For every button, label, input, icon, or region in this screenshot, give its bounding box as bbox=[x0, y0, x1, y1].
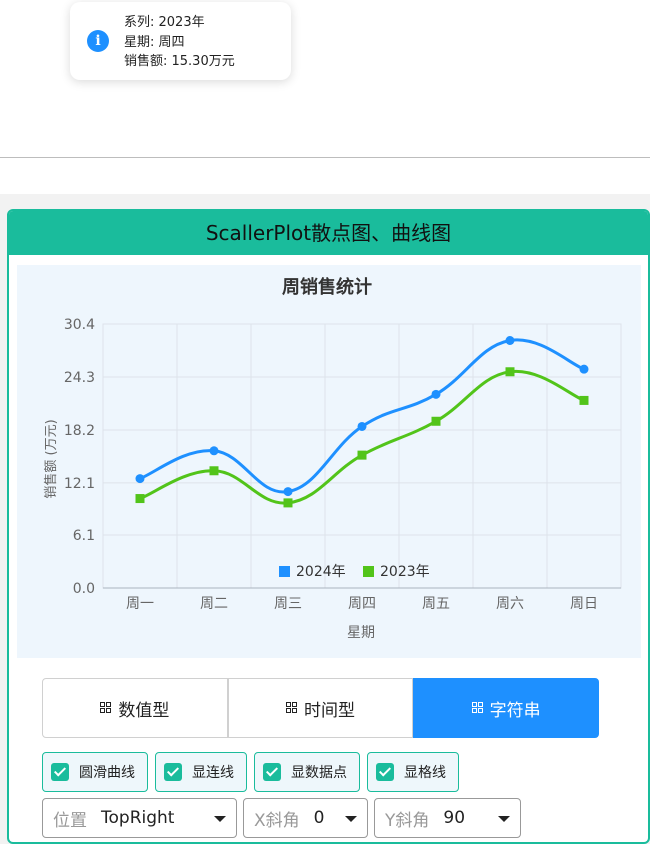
x-tick-label: 周五 bbox=[422, 596, 450, 612]
y-tick-label: 18.2 bbox=[64, 423, 95, 439]
data-point bbox=[283, 487, 293, 497]
tooltip-sales: 销售额: 15.30万元 bbox=[124, 54, 235, 69]
grid-icon bbox=[471, 702, 484, 714]
checkbox-checked-icon bbox=[164, 763, 182, 781]
y-tick-label: 0.0 bbox=[73, 581, 95, 597]
tab-numeric-label: 数值型 bbox=[118, 700, 170, 721]
legend-label: 2024年 bbox=[296, 564, 346, 580]
data-point bbox=[135, 494, 145, 504]
y-tick-label: 30.4 bbox=[64, 317, 95, 333]
tab-string-label: 字符串 bbox=[489, 700, 541, 721]
panel-title: ScallerPlot散点图、曲线图 bbox=[9, 211, 648, 255]
show-points-checkbox[interactable]: 显数据点 bbox=[254, 752, 360, 792]
tab-time[interactable]: 时间型 bbox=[227, 678, 414, 738]
divider bbox=[0, 157, 650, 158]
top-area: i 系列: 2023年 星期: 周四 销售额: 15.30万元 bbox=[0, 0, 650, 157]
data-point bbox=[579, 395, 589, 405]
data-point bbox=[209, 446, 219, 456]
show-grid-label: 显格线 bbox=[404, 765, 446, 781]
x-tick-label: 周三 bbox=[274, 596, 302, 612]
data-point bbox=[505, 367, 515, 377]
legend-swatch bbox=[363, 566, 374, 577]
x-tick-label: 周一 bbox=[126, 596, 154, 612]
option-checkboxes: 圆滑曲线 显连线 显数据点 显格线 bbox=[42, 752, 459, 792]
data-point bbox=[283, 498, 293, 508]
x-angle-select-value: 0 bbox=[313, 808, 325, 828]
position-select[interactable]: 位置 TopRight bbox=[42, 798, 237, 838]
tab-numeric[interactable]: 数值型 bbox=[42, 678, 228, 738]
chevron-down-icon bbox=[214, 816, 226, 822]
legend-swatch bbox=[279, 566, 290, 577]
y-angle-select-value: 90 bbox=[443, 808, 466, 828]
checkbox-checked-icon bbox=[263, 763, 281, 781]
tooltip-series: 系列: 2023年 bbox=[124, 15, 205, 30]
data-point bbox=[579, 364, 589, 374]
data-tooltip: i 系列: 2023年 星期: 周四 销售额: 15.30万元 bbox=[70, 2, 291, 80]
y-tick-label: 24.3 bbox=[64, 370, 95, 386]
position-select-label: 位置 bbox=[53, 810, 87, 831]
chevron-down-icon bbox=[498, 816, 510, 822]
tab-string[interactable]: 字符串 bbox=[413, 678, 600, 738]
x-angle-select[interactable]: X斜角 0 bbox=[243, 798, 368, 838]
x-tick-label: 周四 bbox=[348, 596, 376, 612]
x-tick-label: 周日 bbox=[570, 596, 598, 612]
position-select-value: TopRight bbox=[101, 808, 175, 828]
x-tick-label: 周二 bbox=[200, 596, 228, 612]
show-grid-checkbox[interactable]: 显格线 bbox=[367, 752, 459, 792]
checkbox-checked-icon bbox=[376, 763, 394, 781]
chart-title: 周销售统计 bbox=[282, 276, 372, 298]
data-point bbox=[357, 421, 367, 431]
tab-time-label: 时间型 bbox=[304, 700, 355, 721]
chart-panel: ScallerPlot散点图、曲线图 周销售统计 0.0 6.1 12.1 18.2 2… bbox=[7, 209, 650, 844]
data-type-tabs: 数值型 时间型 字符串 bbox=[42, 678, 600, 738]
x-axis-label: 星期 bbox=[347, 625, 375, 641]
line-chart: 周销售统计 0.0 6.1 12.1 18.2 24.3 30.4 周一 周二 周三 周四 周五 周… bbox=[43, 276, 622, 641]
data-point bbox=[357, 450, 367, 460]
data-point bbox=[431, 389, 441, 399]
y-tick-label: 6.1 bbox=[73, 528, 95, 544]
info-icon: i bbox=[87, 30, 109, 52]
tooltip-day: 星期: 周四 bbox=[124, 34, 185, 50]
grid-icon bbox=[286, 702, 298, 714]
chart-area: 周销售统计 0.0 6.1 12.1 18.2 24.3 30.4 周一 周二 周三 周四 周五 周… bbox=[17, 265, 641, 658]
y-angle-select-label: Y斜角 bbox=[385, 810, 430, 831]
show-line-checkbox[interactable]: 显连线 bbox=[155, 752, 247, 792]
data-point bbox=[209, 466, 219, 476]
y-axis-label: 销售额 (万元) bbox=[43, 419, 59, 498]
grid-icon bbox=[100, 702, 112, 714]
y-angle-select[interactable]: Y斜角 90 bbox=[374, 798, 521, 838]
data-point bbox=[431, 416, 441, 426]
legend-label: 2023年 bbox=[380, 564, 430, 580]
data-point bbox=[135, 474, 145, 484]
data-point bbox=[505, 336, 515, 345]
series-line bbox=[139, 338, 585, 494]
show-line-label: 显连线 bbox=[192, 765, 234, 781]
y-tick-label: 12.1 bbox=[64, 476, 95, 492]
x-angle-select-label: X斜角 bbox=[254, 810, 300, 831]
chevron-down-icon bbox=[345, 816, 357, 822]
smooth-curve-label: 圆滑曲线 bbox=[79, 765, 135, 781]
show-points-label: 显数据点 bbox=[291, 765, 347, 781]
x-tick-label: 周六 bbox=[496, 596, 524, 612]
smooth-curve-checkbox[interactable]: 圆滑曲线 bbox=[42, 752, 148, 792]
option-selects: 位置 TopRight X斜角 0 Y斜角 90 bbox=[42, 798, 521, 838]
checkbox-checked-icon bbox=[51, 763, 69, 781]
